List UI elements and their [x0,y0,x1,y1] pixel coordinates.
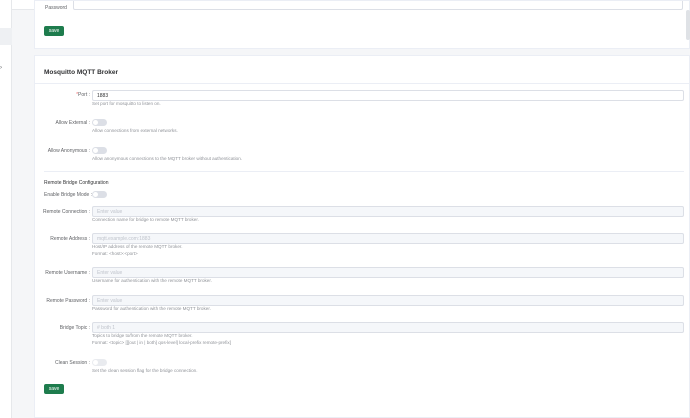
allow-anonymous-label: Allow Anonymous : [47,148,90,154]
remote-address-input[interactable]: mqtt.example.com:1883 [92,233,684,244]
remote-username-label: Remote Username : [45,270,90,276]
allow-external-help: Allow connections from external networks… [92,128,178,133]
sidebar-active-item[interactable] [0,28,12,45]
remote-username-input[interactable]: Enter value [92,267,684,278]
allow-anonymous-help: Allow anonymous connections to the MQTT … [92,156,243,161]
remote-password-label: Remote Password : [46,298,90,304]
enable-bridge-label: Enable Bridge Mode : [44,192,93,198]
save-button[interactable]: save [44,384,64,394]
clean-session-label: Clean Session : [54,360,90,366]
bridge-topic-help: Topics to bridge to/from the remote MQTT… [92,333,231,346]
remote-username-help: Username for authentication with the rem… [92,278,212,283]
remote-bridge-title: Remote Bridge Configuration [44,180,109,186]
enable-bridge-toggle[interactable] [92,191,107,198]
remote-password-input[interactable]: Enter value [92,295,684,306]
remote-password-help: Password for authentication with the rem… [92,306,211,311]
bridge-topic-label: Bridge Topic : [59,325,90,331]
port-input[interactable]: 1883 [92,90,684,101]
scrollbar[interactable] [686,10,690,40]
mosquitto-card: Mosquitto MQTT Broker *Port : 1883 Set p… [34,55,690,418]
clean-session-help: Set the clean session flag for the bridg… [92,368,198,373]
remote-address-label: Remote Address : [50,236,90,242]
bridge-topic-input[interactable]: # both 1 [92,322,684,333]
remote-address-help: Host/IP address of the remote MQTT broke… [92,244,182,257]
password-input[interactable] [73,1,683,10]
remote-connection-help: Connection name for bridge to remote MQT… [92,217,199,222]
card-header-divider [35,83,689,84]
card-title: Mosquitto MQTT Broker [44,69,119,76]
port-help: Set port for mosquitto to listen on. [92,101,161,106]
clean-session-toggle[interactable] [92,359,107,366]
sidebar: › [0,0,12,418]
remote-address-format-line: Format: <host>:<port> [92,250,138,256]
remote-connection-label: Remote Connection : [43,209,90,215]
save-button[interactable]: save [44,26,64,36]
remote-address-help-line: Host/IP address of the remote MQTT broke… [92,244,183,249]
allow-external-toggle[interactable] [92,119,107,126]
port-label: *Port : [40,92,90,98]
port-label-text: Port : [78,92,90,98]
previous-settings-card: Password save [34,0,690,49]
section-divider [44,171,684,172]
allow-external-label: Allow External : [55,120,90,126]
bridge-topic-format-line: Format: <topic> [[[out | in | both] qos-… [92,339,231,345]
chevron-right-icon[interactable]: › [0,65,2,71]
remote-connection-input[interactable]: Enter value [92,206,684,217]
password-label: Password [45,5,67,11]
allow-anonymous-toggle[interactable] [92,147,107,154]
